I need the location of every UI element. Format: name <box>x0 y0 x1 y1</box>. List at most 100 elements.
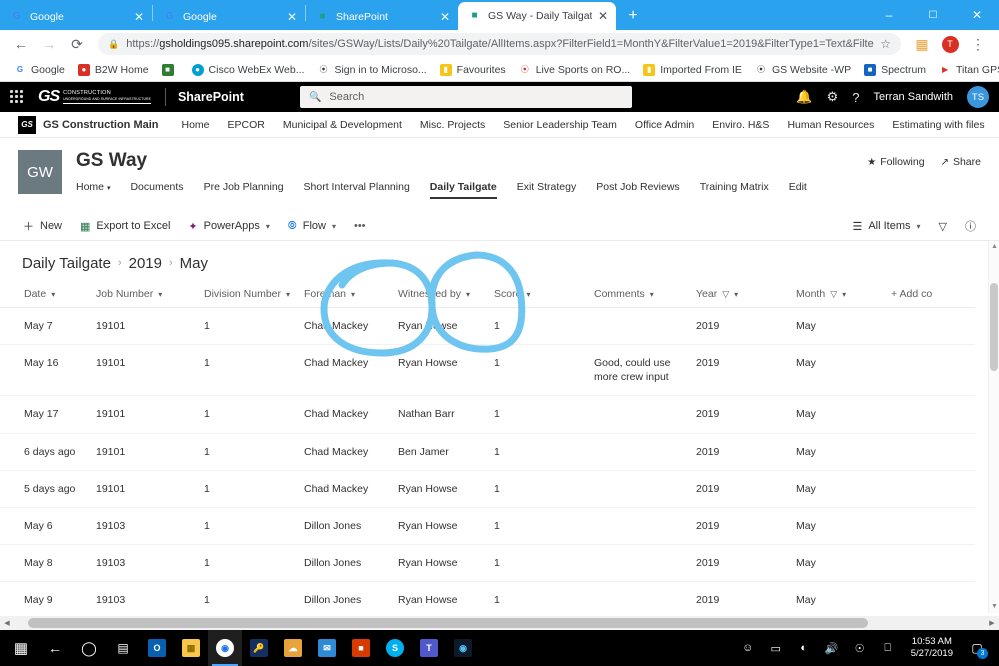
scroll-left-icon[interactable]: ◀ <box>0 616 14 630</box>
site-nav-item-documents[interactable]: Documents <box>120 178 193 199</box>
breadcrumb-item-may[interactable]: May <box>180 255 208 272</box>
flow-button[interactable]: ⦾ Flow ▾ <box>279 213 345 239</box>
site-nav-item-short-interval-planning[interactable]: Short Interval Planning <box>294 178 420 199</box>
following-button[interactable]: ★ Following <box>867 156 924 168</box>
column-header-foreman[interactable]: Foreman ▾ <box>296 281 390 308</box>
bookmark-item[interactable]: ● Cisco WebEx Web... <box>186 62 311 78</box>
bookmark-item[interactable]: ⦿ GS Website -WP <box>749 62 857 78</box>
browser-tab-2[interactable]: ■ SharePoint ✕ <box>306 4 458 30</box>
bookmark-item[interactable]: ⦿ Sign in to Microso... <box>311 62 432 78</box>
forward-button[interactable]: → <box>36 31 62 57</box>
gs-construction-logo[interactable]: GS CONSTRUCTION UNDERGROUND AND SURFACE I… <box>38 88 151 106</box>
scroll-right-icon[interactable]: ▶ <box>985 616 999 630</box>
settings-gear-icon[interactable]: ⚙ <box>827 89 839 105</box>
reload-button[interactable]: ⟳ <box>64 31 90 57</box>
taskbar-app-onedrive[interactable]: ☁ <box>276 630 310 666</box>
close-icon[interactable]: ✕ <box>285 10 299 24</box>
avatar[interactable]: T <box>937 31 963 57</box>
pay-card-icon[interactable]: ▦ <box>909 31 935 57</box>
table-row[interactable]: May 6 19103 1 Dillon Jones Ryan Howse 1 … <box>0 507 975 546</box>
hub-nav-item-enviro-hs[interactable]: Enviro. H&S <box>703 119 778 131</box>
table-row[interactable]: May 8 19103 1 Dillon Jones Ryan Howse 1 … <box>0 544 975 583</box>
help-question-icon[interactable]: ? <box>852 90 859 105</box>
hub-nav-item-estimating-sharepoint[interactable]: Estimating SharePoint <box>994 119 999 131</box>
kebab-menu-icon[interactable]: ⋮ <box>965 31 991 57</box>
sharepoint-product-name[interactable]: SharePoint <box>178 90 244 104</box>
keyboard-icon[interactable]: ⎕ <box>875 630 901 666</box>
breadcrumb-item-2019[interactable]: 2019 <box>129 255 162 272</box>
column-header-date[interactable]: Date ▾ <box>0 281 88 308</box>
column-header-job-number[interactable]: Job Number ▾ <box>88 281 196 308</box>
back-button[interactable]: ← <box>8 31 34 57</box>
scroll-down-icon[interactable]: ▼ <box>989 601 999 613</box>
taskbar-app-chrome[interactable]: ◉ <box>208 630 242 666</box>
filter-button[interactable]: ▽ <box>930 213 956 239</box>
horizontal-scrollbar[interactable]: ◀ ▶ <box>0 616 999 630</box>
vertical-scrollbar[interactable]: ▲ ▼ <box>988 240 999 613</box>
more-commands-icon[interactable]: ••• <box>345 213 375 239</box>
site-nav-item-exit-strategy[interactable]: Exit Strategy <box>507 178 587 199</box>
scrollbar-thumb[interactable] <box>990 282 998 371</box>
taskbar-app-bluebeam[interactable]: ◉ <box>446 630 480 666</box>
hub-nav-item-municipal[interactable]: Municipal & Development <box>274 119 411 131</box>
hub-nav-item-epcor[interactable]: EPCOR <box>219 119 274 131</box>
windows-start-icon[interactable]: ▦ <box>4 630 38 666</box>
new-button[interactable]: ＋ New <box>14 213 71 239</box>
close-icon[interactable]: ✕ <box>132 10 146 24</box>
bookmark-item[interactable]: ■ Spectrum <box>858 62 932 78</box>
hub-nav-item-human-resources[interactable]: Human Resources <box>778 119 883 131</box>
star-icon[interactable]: ☆ <box>880 37 891 51</box>
scrollbar-thumb[interactable] <box>28 618 868 628</box>
hub-nav-item-office-admin[interactable]: Office Admin <box>626 119 703 131</box>
cortana-circle-icon[interactable]: ◯ <box>72 630 106 666</box>
taskbar-app-mail[interactable]: ✉ <box>310 630 344 666</box>
hub-nav-item-senior-leadership[interactable]: Senior Leadership Team <box>494 119 626 131</box>
browser-tab-1[interactable]: G Google ✕ <box>153 4 305 30</box>
bookmark-item[interactable]: ▮ Favourites <box>434 62 512 78</box>
powerapps-button[interactable]: ✦ PowerApps ▾ <box>179 213 279 239</box>
site-nav-item-daily-tailgate[interactable]: Daily Tailgate <box>420 178 507 199</box>
browser-tab-0[interactable]: G Google ✕ <box>0 4 152 30</box>
tablet-mode-icon[interactable]: ▭ <box>763 630 789 666</box>
share-button[interactable]: ↗ Share <box>941 156 981 168</box>
new-tab-button[interactable]: + <box>620 3 646 29</box>
search-input[interactable]: 🔍 Search <box>299 86 632 108</box>
taskbar-app-office[interactable]: ■ <box>344 630 378 666</box>
details-info-button[interactable]: ⓘ <box>956 213 985 239</box>
bookmark-item[interactable]: ■ <box>156 62 185 78</box>
hub-nav-item-estimating-files[interactable]: Estimating with files <box>883 119 993 131</box>
site-nav-item-pre-job-planning[interactable]: Pre Job Planning <box>194 178 294 199</box>
column-header-witnessed-by[interactable]: Witnessed by ▾ <box>390 281 486 308</box>
column-header-score[interactable]: Score ▾ <box>486 281 586 308</box>
breadcrumb-item-daily-tailgate[interactable]: Daily Tailgate <box>22 255 111 272</box>
taskbar-app-teams[interactable]: T <box>412 630 446 666</box>
wifi-icon[interactable]: ◐ <box>791 630 817 666</box>
app-launcher-icon[interactable] <box>10 90 24 104</box>
site-nav-item-post-job-reviews[interactable]: Post Job Reviews <box>586 178 689 199</box>
close-icon[interactable]: ✕ <box>438 10 452 24</box>
column-header-month[interactable]: Month ▽ ▾ <box>788 281 883 308</box>
user-name[interactable]: Terran Sandwith <box>874 91 954 103</box>
site-nav-item-edit[interactable]: Edit <box>779 178 817 199</box>
taskbar-app-outlook[interactable]: O <box>140 630 174 666</box>
column-header-division-number[interactable]: Division Number ▾ <box>196 281 296 308</box>
bluetooth-icon[interactable]: ☉ <box>847 630 873 666</box>
hub-nav-item-home[interactable]: Home <box>173 119 219 131</box>
bookmark-item[interactable]: ● B2W Home <box>72 62 155 78</box>
hub-nav-item-misc-projects[interactable]: Misc. Projects <box>411 119 494 131</box>
action-center-icon[interactable]: ▢ 3 <box>963 630 991 666</box>
browser-tab-3-active[interactable]: ■ GS Way - Daily Tailgate - All It ✕ <box>458 2 616 30</box>
taskbar-app-keepass[interactable]: 🔑 <box>242 630 276 666</box>
table-row[interactable]: May 9 19103 1 Dillon Jones Ryan Howse 1 … <box>0 581 975 613</box>
close-icon[interactable]: ✕ <box>596 9 610 23</box>
view-selector-button[interactable]: ☰ All Items ▾ <box>843 213 929 239</box>
bookmark-item[interactable]: ▶Titan GPS <box>933 62 999 78</box>
volume-icon[interactable]: 🔊 <box>819 630 845 666</box>
table-row[interactable]: May 7 19101 1 Chad Mackey Ryan Howse 1 2… <box>0 307 975 346</box>
hub-site-title[interactable]: GS Construction Main <box>43 119 159 131</box>
maximize-button[interactable]: ☐ <box>911 0 955 30</box>
minimize-button[interactable]: – <box>867 0 911 30</box>
task-view-icon[interactable]: ▤ <box>106 630 140 666</box>
export-to-excel-button[interactable]: ▦ Export to Excel <box>71 213 179 239</box>
bookmark-item[interactable]: ▮ Imported From IE <box>637 62 748 78</box>
